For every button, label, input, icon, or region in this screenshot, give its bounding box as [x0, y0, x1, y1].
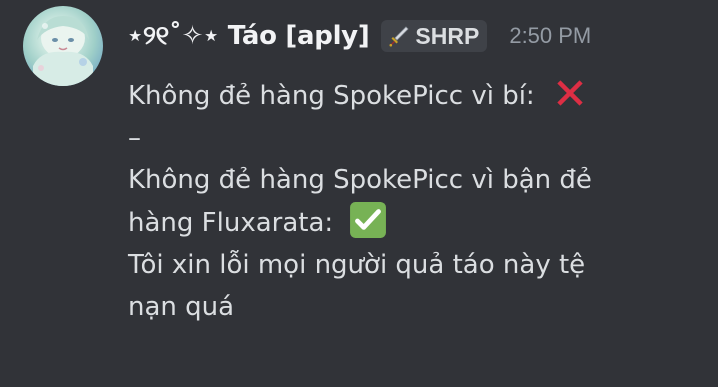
- message-line: Không đẻ hàng SpokePicc vì bí:: [128, 74, 698, 117]
- user-avatar[interactable]: [23, 6, 103, 86]
- message-text: hàng Fluxarata:: [128, 208, 334, 238]
- tag-label: SHRP: [415, 22, 480, 49]
- message-line: Không đẻ hàng SpokePicc vì bận đẻ: [128, 159, 698, 201]
- message-line: Tôi xin lỗi mọi người quả táo này tệ: [128, 244, 698, 286]
- cross-mark-emoji[interactable]: [551, 74, 589, 112]
- timestamp[interactable]: 2:50 PM: [509, 23, 591, 49]
- message-line: nạn quá: [128, 286, 698, 328]
- message-text: nạn quá: [128, 292, 235, 322]
- message-content: Không đẻ hàng SpokePicc vì bí: – Không đ…: [128, 74, 698, 328]
- message-text: Không đẻ hàng SpokePicc vì bận đẻ: [128, 165, 592, 195]
- message-text: –: [128, 123, 141, 153]
- message-line: hàng Fluxarata:: [128, 201, 698, 244]
- sword-icon: [389, 26, 409, 47]
- avatar-image: [33, 16, 93, 86]
- message-line: –: [128, 117, 698, 159]
- username[interactable]: ⋆୨୧˚✧⋆ Táo [aply]: [127, 21, 370, 52]
- message-text: Không đẻ hàng SpokePicc vì bí:: [128, 81, 535, 111]
- check-mark-emoji[interactable]: [349, 201, 387, 239]
- chat-message: ⋆୨୧˚✧⋆ Táo [aply] SHRP 2:50 PM Không đẻ …: [0, 0, 718, 387]
- guild-tag[interactable]: SHRP: [381, 20, 488, 52]
- message-header: ⋆୨୧˚✧⋆ Táo [aply] SHRP 2:50 PM: [127, 14, 591, 58]
- message-text: Tôi xin lỗi mọi người quả táo này tệ: [128, 250, 586, 280]
